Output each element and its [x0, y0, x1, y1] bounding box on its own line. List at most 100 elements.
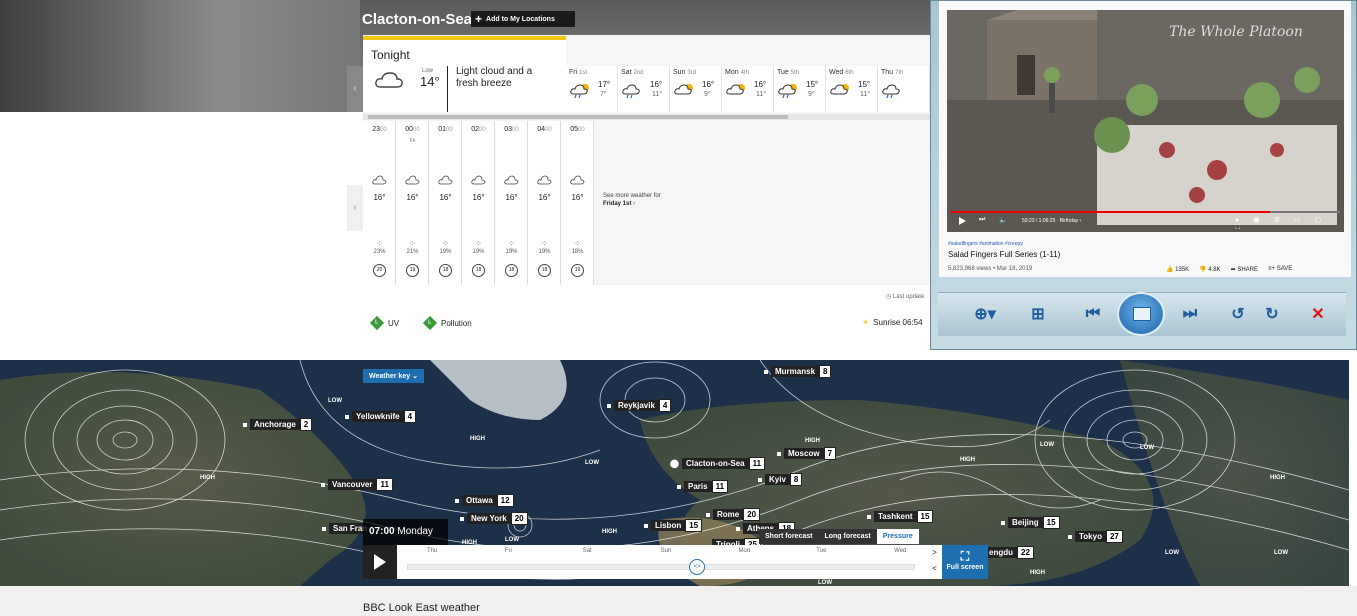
day-tab[interactable]: Wed 6th 15° 11°: [826, 66, 878, 112]
day-low: 7°: [600, 91, 607, 98]
video-progress-bar[interactable]: [951, 211, 1340, 213]
hour-column[interactable]: 0500 16° ⁘ 18% 19: [561, 121, 594, 285]
rotate-left-icon[interactable]: ↺: [1226, 298, 1250, 330]
video-settings-icons[interactable]: ● ▣ ⚙ ▭ ▢ ⛶: [1235, 216, 1344, 232]
day-tab[interactable]: Thu 7th: [878, 66, 930, 112]
timeline-handle[interactable]: <>: [689, 559, 705, 575]
city-marker[interactable]: Rome 20: [706, 508, 761, 521]
timeline-step-arrows[interactable]: > <: [927, 545, 942, 579]
raindrop-icon: ⁘: [442, 239, 449, 248]
fullscreen-button[interactable]: ⛶ Full screen: [942, 545, 988, 579]
timeline-day: Thu: [427, 548, 438, 554]
timeline-track[interactable]: [407, 564, 915, 570]
tab-long-forecast[interactable]: Long forecast: [818, 529, 877, 544]
day-tab[interactable]: Fri 1st 17° 7°: [566, 66, 618, 112]
day-tab[interactable]: Sun 3rd 16° 9°: [670, 66, 722, 112]
tonight-card[interactable]: Tonight Low 14° Light cloud and a fresh …: [363, 36, 566, 112]
next-icon[interactable]: ⏭: [1167, 298, 1213, 330]
pollution-indicator[interactable]: L Pollution: [422, 315, 472, 331]
save-button[interactable]: ≡+ SAVE: [1268, 266, 1292, 273]
video-actions: 👍 135K 👎 4.8K ➦ SHARE ≡+ SAVE: [1166, 266, 1292, 273]
timeline[interactable]: Thu Fri Sat Sun Mon Tue Wed <>: [397, 545, 942, 579]
cloud-icon: [570, 175, 585, 185]
fullscreen-icon: ⛶: [960, 549, 970, 563]
cloud-icon: [504, 175, 519, 185]
hour-column[interactable]: 0300 16° ⁘ 19% 18: [495, 121, 528, 285]
weather-key-label: Weather key: [369, 373, 411, 380]
hour-column[interactable]: 0400 16° ⁘ 19% 18: [528, 121, 561, 285]
play-button[interactable]: [363, 545, 397, 579]
hour-column[interactable]: 0000 Fri 16° ⁘ 21% 19: [396, 121, 429, 285]
rotate-right-icon[interactable]: ↻: [1260, 298, 1284, 330]
slideshow-button[interactable]: [1117, 292, 1165, 336]
city-marker[interactable]: Kyiv 8: [758, 473, 803, 486]
weather-key-button[interactable]: Weather key ⌄: [363, 369, 424, 383]
prev-hours-arrow[interactable]: ‹: [347, 185, 363, 231]
hour-temperature: 16°: [406, 193, 419, 202]
city-marker[interactable]: Tokyo 27: [1068, 530, 1123, 543]
day-tab[interactable]: Tue 5th 15° 9°: [774, 66, 826, 112]
video-watermark: The Whole Platoon: [1169, 24, 1303, 40]
share-button[interactable]: ➦ SHARE: [1231, 266, 1258, 273]
delete-icon[interactable]: ✕: [1305, 298, 1331, 330]
city-marker[interactable]: Anchorage 2: [243, 418, 313, 431]
city-marker[interactable]: Lisbon 15: [644, 519, 703, 532]
city-name: Kyiv: [765, 474, 790, 485]
hour-label: 0000: [405, 126, 420, 133]
city-marker[interactable]: Reykjavik 4: [607, 399, 672, 412]
city-marker[interactable]: engdu 22: [985, 546, 1034, 559]
like-button[interactable]: 👍 135K: [1166, 266, 1189, 273]
city-marker[interactable]: New York 20: [460, 512, 528, 525]
city-marker[interactable]: ⬤ Clacton-on-Sea 11: [670, 457, 766, 470]
video-player[interactable]: The Whole Platoon: [947, 10, 1344, 232]
city-temp: 11: [376, 478, 393, 491]
next-icon[interactable]: ⏭: [979, 216, 985, 224]
city-marker[interactable]: Paris 11: [677, 480, 729, 493]
see-more-link[interactable]: See more weather for Friday 1st ›: [603, 192, 661, 208]
city-marker[interactable]: Murmansk 8: [764, 365, 832, 378]
tab-short-forecast[interactable]: Short forecast: [759, 529, 819, 544]
previous-icon[interactable]: ⏮: [1070, 298, 1116, 330]
wind-speed: 20: [373, 264, 386, 277]
hour-column[interactable]: 2300 16° ⁘ 23% 20: [363, 121, 396, 285]
play-icon[interactable]: [959, 217, 966, 225]
hour-column[interactable]: 0200 16° ⁘ 19% 18: [462, 121, 495, 285]
next-arrow-icon[interactable]: >: [927, 545, 942, 561]
day-tab[interactable]: Mon 4th 16° 11°: [722, 66, 774, 112]
pressure-label: HIGH: [602, 529, 617, 535]
tab-pressure[interactable]: Pressure: [876, 529, 919, 544]
rain-chance: 19%: [538, 249, 551, 255]
city-marker[interactable]: Ottawa 12: [455, 494, 514, 507]
prev-arrow-icon[interactable]: <: [927, 561, 942, 577]
slideshow-icon: [1133, 307, 1151, 321]
prev-days-arrow[interactable]: ‹: [347, 66, 363, 112]
last-updated-label: Last update: [892, 294, 925, 300]
zoom-icon[interactable]: ⊕▾: [968, 298, 1002, 330]
city-marker[interactable]: Yellowknife 4: [345, 410, 417, 423]
day-high: 16°: [702, 80, 715, 89]
uv-label: UV: [388, 318, 400, 328]
play-icon: [374, 554, 386, 570]
city-temp: 15: [1042, 516, 1060, 529]
city-marker[interactable]: Moscow 7: [777, 447, 837, 460]
uv-indicator[interactable]: L UV: [369, 315, 400, 331]
add-to-locations-button[interactable]: + Add to My Locations: [471, 11, 575, 27]
hour-column[interactable]: 0100 16° ⁘ 19% 18: [429, 121, 462, 285]
city-marker[interactable]: Vancouver 11: [321, 478, 393, 491]
video-tags[interactable]: #saladfingers #animation #creepy: [948, 241, 1023, 247]
dislike-button[interactable]: 👎 4.8K: [1199, 266, 1220, 273]
volume-icon[interactable]: 🔈: [999, 216, 1008, 224]
fit-window-icon[interactable]: ⊞: [1024, 298, 1052, 330]
hourly-scrollbar[interactable]: [368, 115, 788, 119]
hour-temperature: 16°: [439, 193, 452, 202]
day-tab[interactable]: Sat 2nd 16° 11°: [618, 66, 670, 112]
city-marker[interactable]: Beijing 15: [1001, 516, 1060, 529]
city-temp: 20: [510, 512, 528, 525]
city-marker[interactable]: Tashkent 15: [867, 510, 934, 523]
video-title: Salad Fingers Full Series (1-11): [948, 250, 1061, 259]
current-time-label: 07:00 Monday: [363, 519, 448, 545]
day-name: Sat 2nd: [621, 69, 644, 76]
timeline-day-labels: Thu Fri Sat Sun Mon Tue Wed: [397, 548, 942, 554]
cloud-icon: [405, 175, 420, 185]
city-name: engdu: [985, 547, 1017, 558]
